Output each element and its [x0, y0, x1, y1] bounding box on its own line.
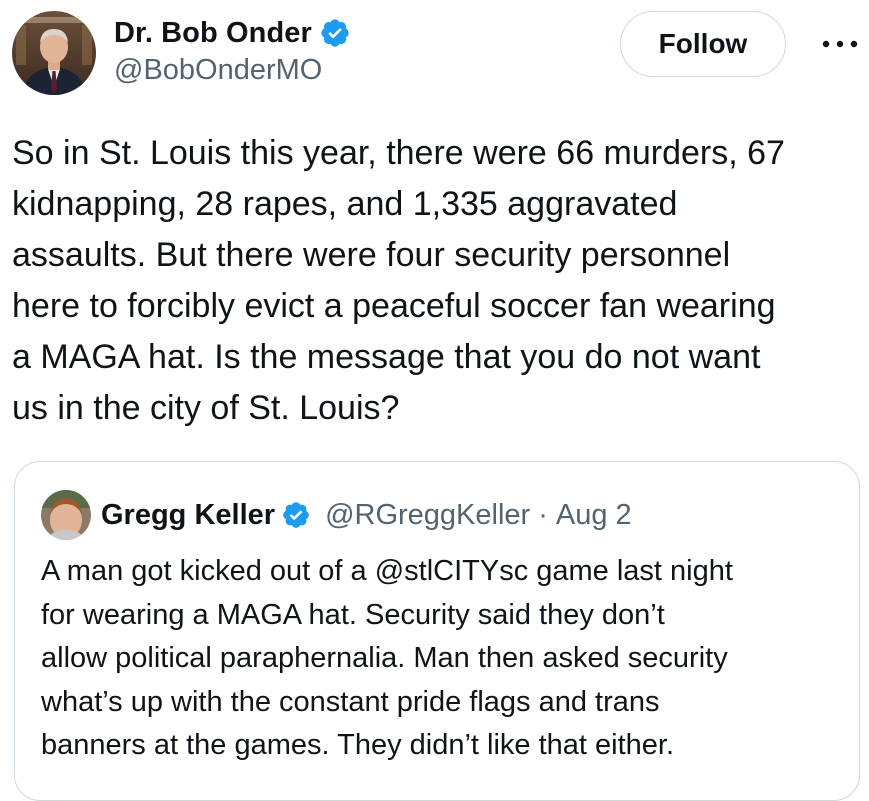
- quote-display-name[interactable]: Gregg Keller: [101, 499, 275, 532]
- quote-header: Gregg Keller @RGreggKeller · Aug 2: [101, 495, 632, 535]
- follow-button[interactable]: Follow: [620, 11, 786, 77]
- quote-separator: ·: [538, 498, 548, 531]
- author-name-row: Dr. Bob Onder: [114, 13, 351, 53]
- author-avatar[interactable]: [12, 11, 96, 95]
- quote-avatar-image: [41, 490, 91, 540]
- quote-handle[interactable]: @RGreggKeller: [325, 499, 530, 532]
- quote-author-avatar[interactable]: [41, 490, 91, 540]
- quoted-tweet-card[interactable]: Gregg Keller @RGreggKeller · Aug 2 A man…: [14, 461, 860, 801]
- tweet-text: So in St. Louis this year, there were 66…: [12, 134, 785, 427]
- more-options-button[interactable]: [818, 31, 862, 57]
- verified-badge-icon: [319, 17, 351, 49]
- author-display-name[interactable]: Dr. Bob Onder: [114, 17, 312, 50]
- quote-verified-badge-icon: [281, 500, 311, 530]
- more-horizontal-icon: [822, 40, 858, 48]
- author-avatar-image: [12, 11, 96, 95]
- quote-text: A man got kicked out of a @stlCITYsc gam…: [41, 555, 733, 761]
- quote-date[interactable]: Aug 2: [556, 499, 632, 532]
- author-handle[interactable]: @BobOnderMO: [114, 54, 322, 87]
